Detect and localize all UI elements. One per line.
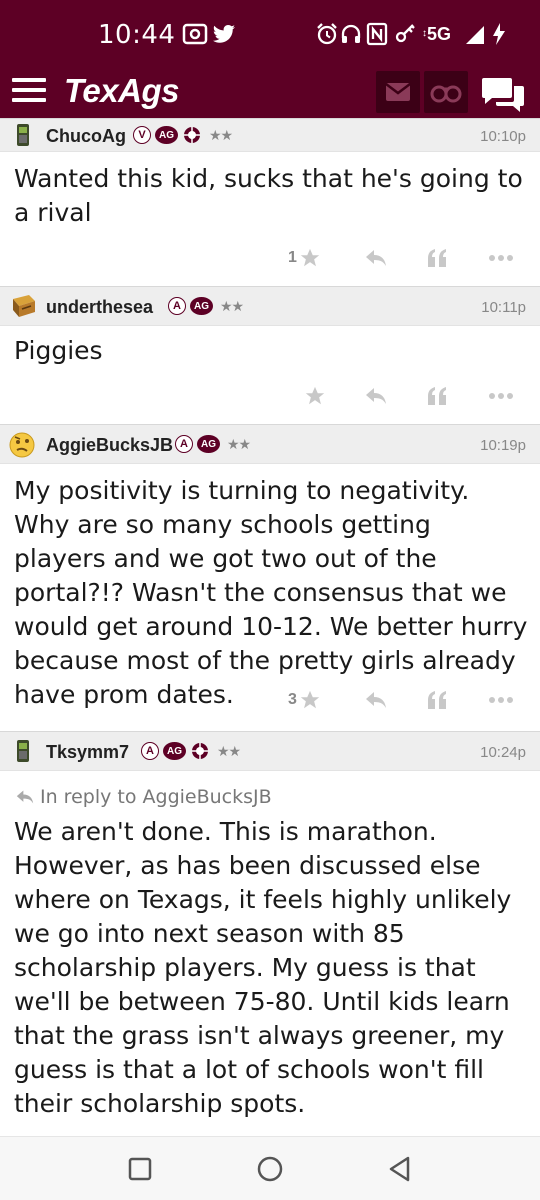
confused-face-avatar xyxy=(9,432,35,458)
binoculars-button[interactable] xyxy=(424,71,468,113)
star-icon xyxy=(305,386,325,405)
badge-ag: AG xyxy=(190,297,213,315)
rating-stars: ★★ xyxy=(217,742,241,759)
reply-icon xyxy=(366,250,386,266)
more-button[interactable] xyxy=(488,238,514,278)
post-header: ChucoAg V AG ★★ 10:10p xyxy=(0,118,540,152)
reply-icon xyxy=(366,388,386,404)
phone-avatar xyxy=(17,124,29,146)
quote-icon xyxy=(428,249,446,267)
rating-stars: ★★ xyxy=(209,126,233,143)
post-body: My positivity is turning to negativity. … xyxy=(14,476,528,709)
post-header: underthesea A AG ★★ 10:11p xyxy=(0,286,540,326)
battery-charging-icon xyxy=(493,23,505,45)
like-button[interactable]: 3 xyxy=(288,680,321,720)
more-button[interactable] xyxy=(488,680,514,720)
user-badges: A AG ★★ xyxy=(168,297,244,315)
star-icon xyxy=(300,248,320,267)
user-badges: A AG ★★ xyxy=(141,742,241,760)
treasure-avatar xyxy=(13,295,35,317)
post-time: 10:10p xyxy=(480,128,526,145)
reply-icon xyxy=(366,692,386,708)
post-actions xyxy=(0,376,540,416)
back-icon[interactable] xyxy=(382,1151,418,1187)
status-bar: 10:44 ↕5G xyxy=(0,0,540,68)
reply-button[interactable] xyxy=(364,376,388,416)
user-badges: V AG ★★ xyxy=(133,126,233,144)
chat-icon[interactable] xyxy=(480,74,526,114)
twitter-icon xyxy=(213,25,235,43)
app-bar: TexAgs xyxy=(0,68,540,120)
post-body: Wanted this kid, sucks that he's going t… xyxy=(14,164,523,227)
quote-button[interactable] xyxy=(426,680,448,720)
signal-icon xyxy=(466,26,484,44)
menu-icon[interactable] xyxy=(12,76,48,104)
like-button[interactable] xyxy=(304,376,326,416)
status-time: 10:44 xyxy=(98,20,176,50)
reply-icon xyxy=(16,790,34,804)
recents-icon[interactable] xyxy=(122,1151,158,1187)
like-count: 1 xyxy=(288,249,297,266)
reply-button[interactable] xyxy=(364,238,388,278)
post-time: 10:24p xyxy=(480,744,526,761)
screenshot-icon xyxy=(182,23,208,45)
post-actions: 3 xyxy=(0,680,540,720)
reply-to-text: In reply to AggieBucksJB xyxy=(40,786,272,808)
post-header: AggieBucksJB A AG ★★ 10:19p xyxy=(0,424,540,464)
post-time: 10:11p xyxy=(481,299,526,316)
badge-a: A xyxy=(141,742,159,760)
network-label: 5G xyxy=(427,24,452,44)
post-body: Piggies xyxy=(14,336,103,365)
reply-button[interactable] xyxy=(364,680,388,720)
quote-button[interactable] xyxy=(426,376,448,416)
top-bar: 10:44 ↕5G TexAgs xyxy=(0,0,540,120)
like-button[interactable]: 1 xyxy=(288,238,321,278)
spur-badge-icon xyxy=(184,127,200,143)
mail-button[interactable] xyxy=(376,71,420,113)
rating-stars: ★★ xyxy=(227,435,251,452)
binoculars-icon xyxy=(430,85,462,103)
like-count: 3 xyxy=(288,691,297,708)
star-icon xyxy=(300,690,320,709)
mail-icon xyxy=(385,83,411,101)
brand-logo[interactable]: TexAgs xyxy=(64,72,179,110)
reply-to-link[interactable]: In reply to AggieBucksJB xyxy=(14,786,272,808)
more-button[interactable] xyxy=(488,376,514,416)
post-time: 10:19p xyxy=(480,437,526,454)
badge-a: A xyxy=(168,297,186,315)
post-body: We aren't done. This is marathon. Howeve… xyxy=(14,817,512,1118)
post-username[interactable]: AggieBucksJB xyxy=(46,435,173,456)
more-icon xyxy=(489,697,513,703)
post-username[interactable]: underthesea xyxy=(46,297,153,318)
5g-icon: ↕5G xyxy=(422,24,452,44)
more-icon xyxy=(489,393,513,399)
post-username[interactable]: Tksymm7 xyxy=(46,742,129,763)
quote-icon xyxy=(428,691,446,709)
user-badges: A AG ★★ xyxy=(175,435,251,453)
phone-avatar xyxy=(17,740,29,762)
quote-icon xyxy=(428,387,446,405)
post-chucoag: ChucoAg V AG ★★ 10:10p Wanted this kid, … xyxy=(0,118,540,286)
badge-v: V xyxy=(133,126,151,144)
nfc-icon xyxy=(366,22,388,46)
quote-button[interactable] xyxy=(426,238,448,278)
post-underthesea: underthesea A AG ★★ 10:11p Piggies xyxy=(0,286,540,426)
post-aggiebucksjb: AggieBucksJB A AG ★★ 10:19p My positivit… xyxy=(0,424,540,732)
alarm-icon xyxy=(317,23,337,45)
more-icon xyxy=(489,255,513,261)
badge-ag: AG xyxy=(155,126,178,144)
post-actions: 1 xyxy=(0,238,540,278)
key-icon xyxy=(395,24,415,43)
system-nav-bar xyxy=(0,1136,540,1200)
headphones-icon xyxy=(341,24,361,43)
badge-ag: AG xyxy=(163,742,186,760)
badge-ag: AG xyxy=(197,435,220,453)
spur-badge-icon xyxy=(192,743,208,759)
post-tksymm7: Tksymm7 A AG ★★ 10:24p In reply to Aggie… xyxy=(0,731,540,1136)
post-header: Tksymm7 A AG ★★ 10:24p xyxy=(0,731,540,771)
home-icon[interactable] xyxy=(252,1151,288,1187)
rating-stars: ★★ xyxy=(220,297,244,314)
badge-a: A xyxy=(175,435,193,453)
post-username[interactable]: ChucoAg xyxy=(46,126,126,147)
